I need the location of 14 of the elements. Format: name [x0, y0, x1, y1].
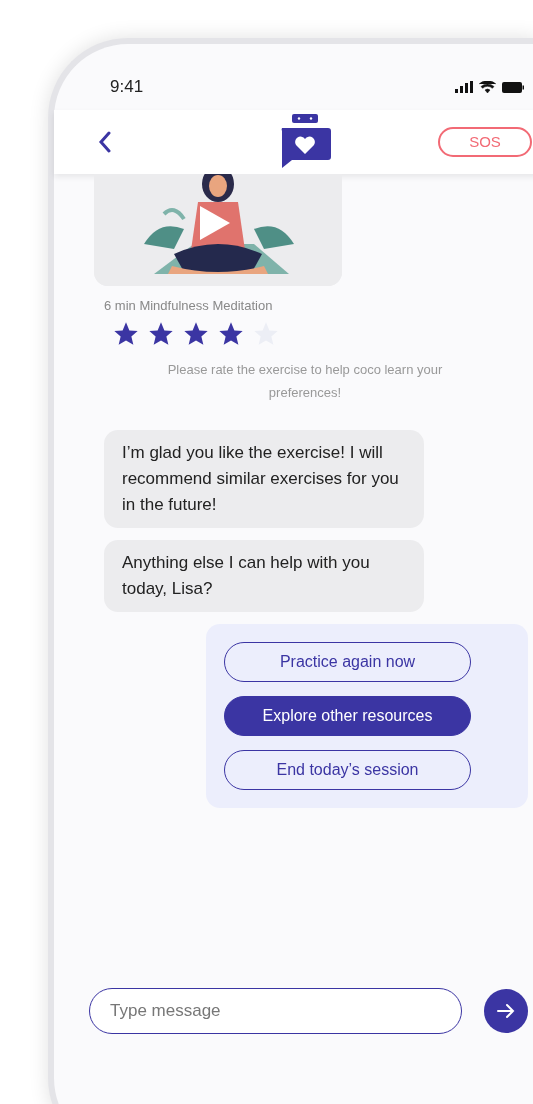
exercise-title: 6 min Mindfulness Meditation	[104, 297, 274, 315]
signal-icon	[455, 81, 473, 93]
arrow-right-icon	[497, 1002, 516, 1019]
send-button[interactable]	[484, 988, 528, 1033]
play-icon[interactable]	[198, 204, 232, 242]
chat-bubble: I’m glad you like the exercise! I will recommend similar exercises for you in the future!	[104, 429, 424, 528]
status-time: 9:41	[110, 76, 144, 99]
back-icon[interactable]	[98, 131, 112, 153]
chat-bubble: Anything else I can help with you today, Lisa?	[104, 539, 424, 612]
message-input[interactable]: Type message	[89, 987, 463, 1034]
wifi-icon	[479, 81, 496, 93]
battery-icon	[502, 81, 524, 93]
option-button[interactable]: Explore other resources	[224, 695, 471, 736]
rating-prompt: Please rate the exercise to help coco learn your preferences!	[166, 360, 444, 402]
